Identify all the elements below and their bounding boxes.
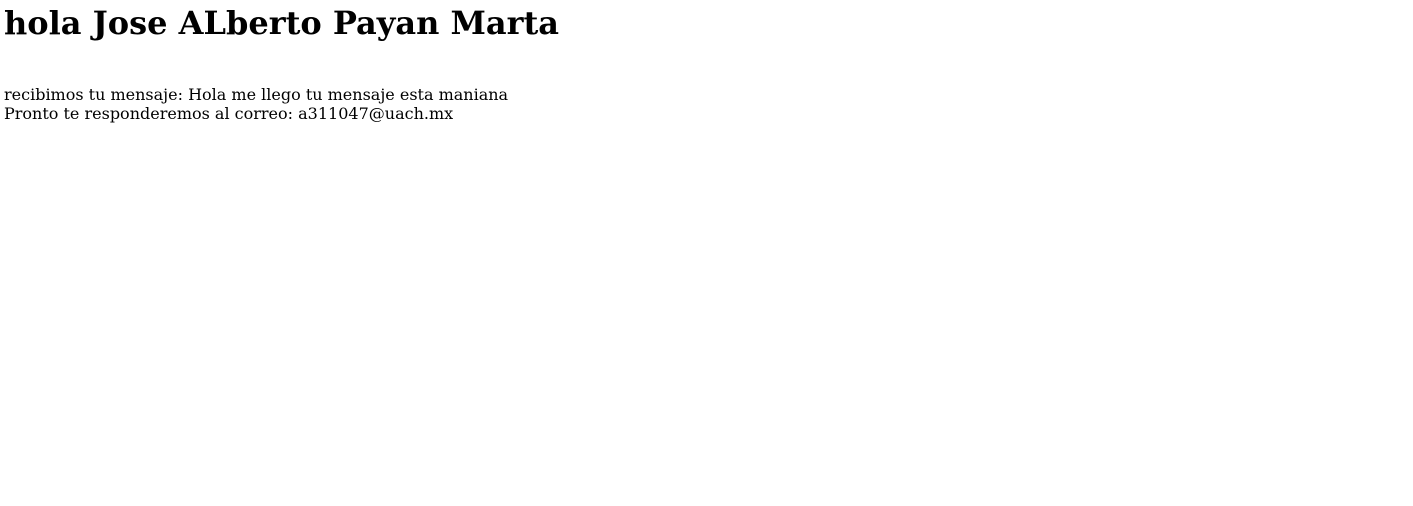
reply-line: Pronto te responderemos al correo: a3110…: [4, 104, 1409, 123]
greeting-text: hola: [4, 4, 82, 42]
page-title: hola Jose ALberto Payan Marta: [4, 4, 1409, 42]
reply-label: Pronto te responderemos al correo:: [4, 104, 294, 124]
user-name: Jose ALberto Payan Marta: [92, 4, 560, 42]
page-content: hola Jose ALberto Payan Marta recibimos …: [0, 4, 1413, 123]
message-line: recibimos tu mensaje: Hola me llego tu m…: [4, 85, 1409, 104]
reply-email: a311047@uach.mx: [298, 104, 454, 124]
message-text: Hola me llego tu mensaje esta maniana: [188, 85, 509, 105]
message-label: recibimos tu mensaje:: [4, 85, 183, 105]
